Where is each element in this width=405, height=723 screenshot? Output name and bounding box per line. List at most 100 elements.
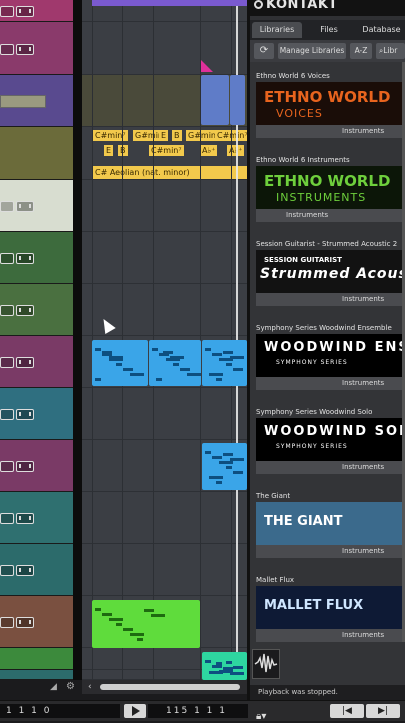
zoom-icon[interactable]: ◢ [50,682,57,692]
tempo-display[interactable]: 115 1 1 1 [148,704,248,718]
track-header[interactable] [0,180,73,232]
track-mute-button[interactable] [0,43,14,55]
track-header[interactable] [0,232,73,284]
track-instrument-button[interactable] [16,409,34,420]
track-instrument-button[interactable] [16,565,34,576]
instruments-label[interactable]: Instruments [342,463,384,471]
marker-flag[interactable] [201,60,213,72]
refresh-button[interactable]: ⟳ [254,43,274,59]
track-instrument-button[interactable] [16,253,34,264]
library-footer[interactable]: Instruments [256,377,405,390]
track-mute-button[interactable] [0,409,14,420]
library-footer[interactable]: Instruments [256,629,405,642]
track-header[interactable] [0,492,73,544]
library-banner[interactable]: SESSION GUITARIST Strummed Acoustic 2 [256,250,405,293]
instruments-label[interactable]: Instruments [342,379,384,387]
sort-az-button[interactable]: A-Z [350,43,372,59]
track-mute-button[interactable] [0,357,14,368]
audio-region[interactable] [230,75,245,125]
track-instrument-button[interactable] [16,201,34,212]
power-icon[interactable] [254,0,263,9]
position-display[interactable]: 1 1 1 0 [0,704,120,718]
chord-region[interactable]: B [172,130,182,141]
track-mute-button[interactable] [0,253,14,264]
track-instrument-button[interactable] [16,43,34,55]
library-banner[interactable]: WOODWIND ENS SYMPHONY SERIES [256,334,405,377]
region-strip[interactable] [92,0,247,6]
chord-region[interactable]: A♭⁺ [200,145,218,156]
library-footer[interactable]: Instruments [256,209,405,222]
track-header[interactable] [0,75,73,127]
library-footer[interactable]: Instruments [256,545,405,558]
scale-region[interactable]: C# Aeolian (nat. minor) [92,166,247,179]
track-slot[interactable] [0,95,46,108]
track-header[interactable] [0,0,73,22]
track-mute-button[interactable] [0,6,14,17]
forward-button[interactable]: ▶| [366,704,400,718]
library-entry[interactable]: Ethno World 6 Instruments ETHNO WORLD INST… [256,154,405,222]
track-header[interactable] [0,22,73,75]
library-search-input[interactable]: ⌕Libr [376,43,405,59]
tab-database[interactable]: Database [358,22,405,38]
track-instrument-button[interactable] [16,305,34,316]
track-header[interactable] [0,336,73,388]
chord-region[interactable]: E [104,145,114,156]
track-divider[interactable] [73,0,82,680]
library-banner[interactable]: THE GIANT [256,502,405,545]
midi-region[interactable] [202,340,247,386]
library-footer[interactable]: Instruments [256,461,405,474]
library-entry[interactable]: Ethno World 6 Voices ETHNO WORLD VOICES Ins… [256,70,405,138]
track-instrument-button[interactable] [16,357,34,368]
track-header[interactable] [0,388,73,440]
track-lane[interactable] [82,492,247,544]
track-lane[interactable] [82,22,247,75]
track-lane[interactable] [82,232,247,284]
library-entry[interactable]: The Giant THE GIANT Instruments [256,490,405,558]
chord-region[interactable]: G#min [186,130,218,141]
chevron-left-icon[interactable]: ‹ [88,682,92,692]
library-banner[interactable]: MALLET FLUX [256,586,405,629]
rewind-button[interactable]: |◀ [330,704,364,718]
tab-files[interactable]: Files [308,22,350,38]
track-header[interactable] [0,440,73,492]
track-lane[interactable] [82,180,247,232]
library-entry[interactable]: Session Guitarist - Strummed Acoustic 2 S… [256,238,405,306]
library-banner[interactable]: ETHNO WORLD INSTRUMENTS [256,166,405,209]
arrangement-area[interactable]: C#min⁷ G#min E B G#min C#min⁷ E B C#min⁷… [82,0,247,680]
library-banner[interactable]: WOODWIND SOL SYMPHONY SERIES [256,418,405,461]
tab-libraries[interactable]: Libraries [252,22,302,38]
track-header[interactable] [0,284,73,336]
midi-region[interactable] [202,443,247,490]
track-header[interactable] [0,670,73,680]
track-header[interactable] [0,648,73,670]
track-instrument-button[interactable] [16,617,34,628]
midi-region[interactable] [202,652,247,680]
track-header[interactable] [0,127,73,180]
manage-libraries-button[interactable]: Manage Libraries [278,43,346,59]
instruments-label[interactable]: Instruments [342,547,384,555]
track-instrument-button[interactable] [16,6,34,17]
library-list[interactable]: Ethno World 6 Voices ETHNO WORLD VOICES Ins… [250,62,405,685]
library-footer[interactable]: Instruments [256,125,405,138]
library-banner[interactable]: ETHNO WORLD VOICES [256,82,405,125]
gear-icon[interactable]: ⚙ [66,681,75,692]
track-header[interactable] [0,544,73,596]
track-mute-button[interactable] [0,513,14,524]
waveform-button[interactable] [252,649,280,679]
instruments-label[interactable]: Instruments [286,211,328,219]
track-mute-button[interactable] [0,201,14,212]
chord-region[interactable]: C#min⁷ [149,145,184,156]
library-entry[interactable]: Symphony Series Woodwind Ensemble WOODWIN… [256,322,405,390]
instruments-label[interactable]: Instruments [342,127,384,135]
scrollbar-thumb[interactable] [100,684,240,690]
track-header[interactable] [0,596,73,648]
chord-region[interactable]: E [159,130,169,141]
instruments-label[interactable]: Instruments [342,631,384,639]
track-instrument-button[interactable] [16,461,34,472]
track-mute-button[interactable] [0,565,14,576]
library-footer[interactable]: Instruments [256,293,405,306]
track-lane[interactable] [82,388,247,440]
play-button[interactable] [124,704,146,718]
audio-region[interactable] [201,75,229,125]
instruments-label[interactable]: Instruments [342,295,384,303]
